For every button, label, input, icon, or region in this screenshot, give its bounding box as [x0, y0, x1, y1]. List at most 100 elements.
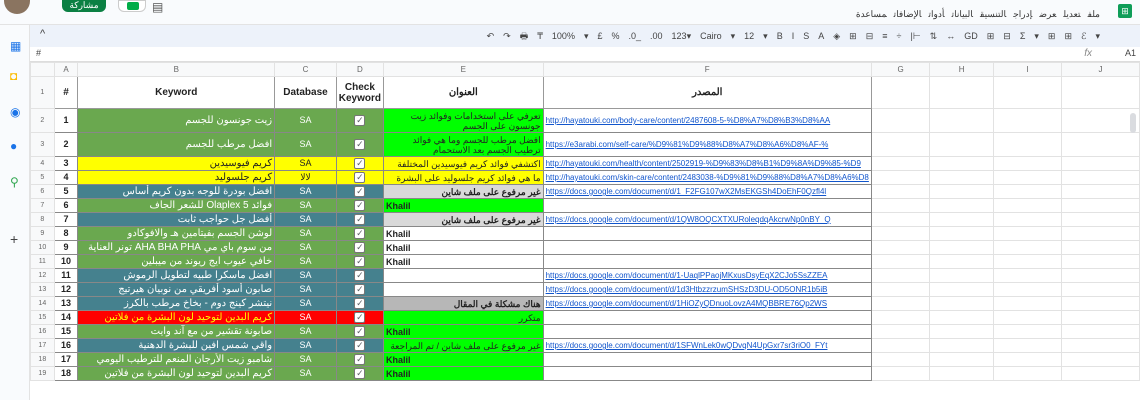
keyword-cell[interactable]: لوشن الجسم بفيتامين هـ والافوكادو [77, 226, 276, 241]
toolbar-tool[interactable]: % [612, 31, 620, 41]
row-header[interactable]: 1 [30, 76, 55, 109]
menu-item[interactable]: أدوات [928, 9, 944, 19]
empty-cell[interactable] [870, 268, 931, 283]
row-number-cell[interactable]: 1 [53, 108, 79, 133]
row-header[interactable]: 4 [30, 156, 55, 171]
row-header[interactable]: 11 [30, 254, 55, 269]
name-box[interactable]: A1 [1125, 48, 1136, 58]
empty-cell[interactable] [992, 184, 1063, 199]
database-cell[interactable]: SA [274, 268, 337, 283]
header-database[interactable]: Database [274, 76, 337, 109]
empty-cell[interactable] [870, 132, 931, 157]
keyword-cell[interactable]: افضل ماسكرا طبيه لتطويل الرموش [77, 268, 276, 283]
row-number-cell[interactable]: 17 [53, 352, 79, 367]
toolbar-tool[interactable]: ⊟ [866, 31, 874, 41]
check-cell[interactable]: ✓ [335, 268, 385, 283]
row-header[interactable]: 7 [30, 198, 55, 213]
database-cell[interactable]: SA [274, 324, 337, 339]
column-header[interactable]: D [335, 62, 385, 77]
empty-cell[interactable] [929, 76, 994, 109]
checkbox[interactable]: ✓ [354, 326, 366, 338]
empty-cell[interactable] [1061, 366, 1140, 381]
empty-cell[interactable] [870, 198, 931, 213]
keyword-cell[interactable]: خافي عيوب ايج ريوند من ميبلين [77, 254, 276, 269]
empty-cell[interactable] [870, 296, 931, 311]
checkbox[interactable]: ✓ [354, 158, 366, 170]
empty-cell[interactable] [992, 76, 1063, 109]
database-cell[interactable]: SA [274, 226, 337, 241]
database-cell[interactable]: SA [274, 366, 337, 381]
keyword-cell[interactable]: افضل بودرة للوجه بدون كريم أساس [77, 184, 276, 199]
keyword-cell[interactable]: أفضل جل حواجب ثابت [77, 212, 276, 227]
toolbar-tool[interactable]: ⊞ [1048, 31, 1056, 41]
menu-item[interactable]: مساعدة [856, 9, 887, 19]
title-cell[interactable]: Khalil [383, 352, 544, 367]
empty-cell[interactable] [870, 352, 931, 367]
database-cell[interactable]: SA [274, 254, 337, 269]
empty-cell[interactable] [1061, 184, 1140, 199]
empty-cell[interactable] [929, 198, 994, 213]
source-link[interactable]: http://hayatouki.com/health/content/2502… [542, 156, 872, 171]
empty-cell[interactable] [870, 108, 931, 133]
checkbox[interactable]: ✓ [354, 139, 366, 151]
source-link[interactable]: https://docs.google.com/document/d/1HiOZ… [542, 296, 872, 311]
check-cell[interactable]: ✓ [335, 254, 385, 269]
empty-cell[interactable] [870, 156, 931, 171]
empty-cell[interactable] [929, 296, 994, 311]
check-cell[interactable]: ✓ [335, 366, 385, 381]
header-source[interactable]: المصدر [542, 76, 872, 109]
empty-cell[interactable] [992, 338, 1063, 353]
row-number-cell[interactable]: 5 [53, 184, 79, 199]
source-link[interactable] [542, 352, 872, 367]
toolbar-tool[interactable]: ₸ [537, 31, 543, 41]
empty-cell[interactable] [1061, 324, 1140, 339]
check-cell[interactable]: ✓ [335, 198, 385, 213]
empty-cell[interactable] [992, 268, 1063, 283]
row-header[interactable]: 13 [30, 282, 55, 297]
checkbox[interactable]: ✓ [354, 270, 366, 282]
empty-cell[interactable] [992, 310, 1063, 325]
check-cell[interactable]: ✓ [335, 226, 385, 241]
checkbox[interactable]: ✓ [354, 256, 366, 268]
row-number-cell[interactable]: 13 [53, 296, 79, 311]
source-link[interactable] [542, 198, 872, 213]
checkbox[interactable]: ✓ [354, 115, 366, 127]
column-header[interactable]: E [383, 62, 544, 77]
checkbox[interactable]: ✓ [354, 298, 366, 310]
title-cell[interactable] [383, 268, 544, 283]
row-number-cell[interactable]: 6 [53, 198, 79, 213]
empty-cell[interactable] [870, 282, 931, 297]
title-cell[interactable]: غير مرفوع على ملف شاين / تم المراجعة [383, 338, 544, 353]
empty-cell[interactable] [992, 226, 1063, 241]
check-cell[interactable]: ✓ [335, 282, 385, 297]
toolbar-tool[interactable]: 🖶 [520, 31, 529, 41]
row-header[interactable]: 5 [30, 170, 55, 185]
add-addon-icon[interactable]: + [10, 231, 18, 247]
empty-cell[interactable] [870, 184, 931, 199]
check-cell[interactable]: ✓ [335, 240, 385, 255]
source-link[interactable] [542, 324, 872, 339]
checkbox[interactable]: ✓ [354, 200, 366, 212]
toolbar-tool[interactable]: |⊢ [910, 31, 920, 41]
check-cell[interactable]: ✓ [335, 184, 385, 199]
empty-cell[interactable] [929, 282, 994, 297]
toolbar-tool[interactable]: 12 [744, 31, 754, 41]
keyword-cell[interactable]: صابونة تقشير من مع آند وايت [77, 324, 276, 339]
source-link[interactable]: https://e3arabi.com/self-care/%D9%81%D9%… [542, 132, 872, 157]
header-keyword[interactable]: Keyword [77, 76, 276, 109]
toolbar-tool[interactable]: ↶ [487, 31, 495, 41]
empty-cell[interactable] [870, 366, 931, 381]
keyword-cell[interactable]: كريم فيوسيدين [77, 156, 276, 171]
keep-icon[interactable]: ◘ [10, 69, 17, 83]
share-button[interactable]: مشاركة [62, 0, 106, 12]
empty-cell[interactable] [929, 338, 994, 353]
empty-cell[interactable] [870, 212, 931, 227]
check-cell[interactable]: ✓ [335, 352, 385, 367]
row-number-cell[interactable]: 9 [53, 240, 79, 255]
keyword-cell[interactable]: من سوم باي مي AHA BHA PHA تونر العناية [77, 240, 276, 255]
empty-cell[interactable] [929, 212, 994, 227]
empty-cell[interactable] [929, 366, 994, 381]
toolbar-tool[interactable]: ÷ [897, 31, 902, 41]
empty-cell[interactable] [992, 212, 1063, 227]
title-cell[interactable]: متكرر [383, 310, 544, 325]
